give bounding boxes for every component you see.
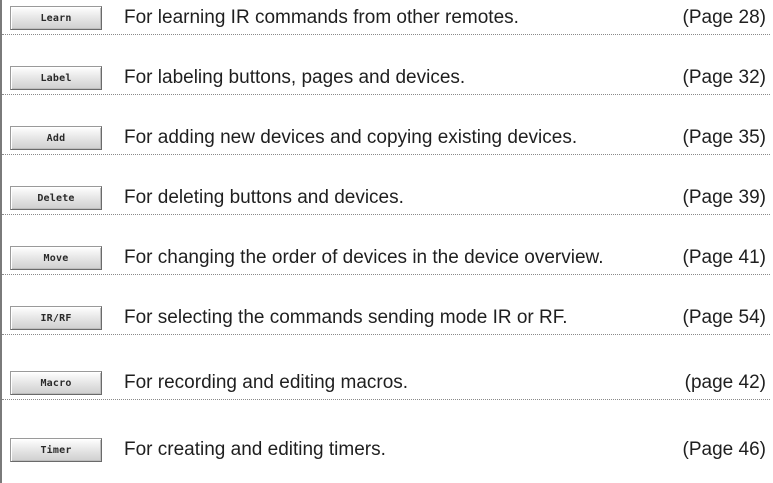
- row-divider: [2, 274, 770, 275]
- list-item-label: Label For labeling buttons, pages and de…: [0, 60, 770, 100]
- list-item-delete: Delete For deleting buttons and devices.…: [0, 180, 770, 220]
- add-description: For adding new devices and copying exist…: [124, 127, 578, 148]
- list-item-ir-rf: IR/RF For selecting the commands sending…: [0, 300, 770, 340]
- learn-page-ref: (Page 28): [682, 7, 766, 28]
- label-page-ref: (Page 32): [682, 67, 766, 88]
- move-description: For changing the order of devices in the…: [124, 247, 604, 268]
- delete-page-ref: (Page 39): [682, 187, 766, 208]
- ir-rf-description: For selecting the commands sending mode …: [124, 307, 568, 328]
- row-divider: [2, 154, 770, 155]
- label-description: For labeling buttons, pages and devices.: [124, 67, 466, 88]
- add-page-ref: (Page 35): [682, 127, 766, 148]
- list-item-learn: Learn For learning IR commands from othe…: [0, 0, 770, 40]
- list-item-move: Move For changing the order of devices i…: [0, 240, 770, 280]
- list-item-add: Add For adding new devices and copying e…: [0, 120, 770, 160]
- ir-rf-page-ref: (Page 54): [682, 307, 766, 328]
- learn-description: For learning IR commands from other remo…: [124, 7, 519, 28]
- macro-page-ref: (page 42): [684, 372, 766, 393]
- macro-button[interactable]: Macro: [10, 371, 102, 395]
- timer-description: For creating and editing timers.: [124, 439, 386, 460]
- row-divider: [2, 399, 770, 400]
- ir-rf-button[interactable]: IR/RF: [10, 306, 102, 330]
- list-item-macro: Macro For recording and editing macros. …: [0, 365, 770, 405]
- macro-description: For recording and editing macros.: [124, 372, 409, 393]
- label-button[interactable]: Label: [10, 66, 102, 90]
- row-divider: [2, 94, 770, 95]
- learn-button[interactable]: Learn: [10, 6, 102, 30]
- timer-button[interactable]: Timer: [10, 438, 102, 462]
- add-button[interactable]: Add: [10, 126, 102, 150]
- row-divider: [2, 334, 770, 335]
- timer-page-ref: (Page 46): [682, 439, 766, 460]
- delete-description: For deleting buttons and devices.: [124, 187, 404, 208]
- row-divider: [2, 214, 770, 215]
- list-item-timer: Timer For creating and editing timers. (…: [0, 432, 770, 472]
- row-divider: [2, 34, 770, 35]
- delete-button[interactable]: Delete: [10, 186, 102, 210]
- move-button[interactable]: Move: [10, 246, 102, 270]
- move-page-ref: (Page 41): [682, 247, 766, 268]
